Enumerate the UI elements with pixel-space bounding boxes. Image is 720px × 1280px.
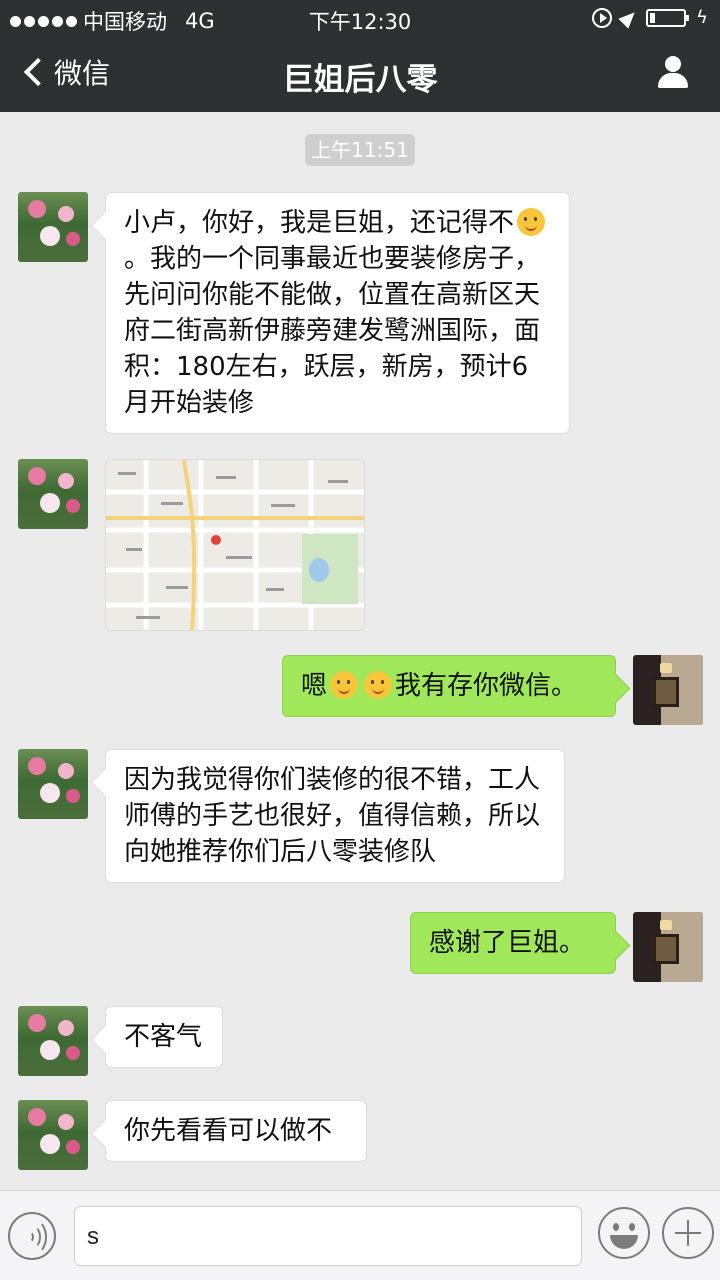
contact-avatar[interactable]: [18, 749, 88, 819]
battery-icon: [646, 8, 690, 27]
message-text: 因为我觉得你们装修的很不错，工人师傅的手艺也很好，值得信赖，所以向她推荐你们后八…: [124, 765, 541, 867]
message-text: 小卢，你好，我是巨姐，还记得不: [124, 208, 515, 238]
contact-avatar[interactable]: [18, 459, 88, 529]
charging-icon: ϟ: [696, 7, 708, 28]
timestamp-badge: 上午11:51: [305, 134, 415, 166]
contact-avatar[interactable]: [18, 1006, 88, 1076]
more-options-icon[interactable]: [662, 1207, 714, 1259]
message-bubble-incoming[interactable]: 你先看看可以做不: [105, 1100, 367, 1162]
message-bubble-outgoing[interactable]: 感谢了巨姐。: [410, 912, 616, 974]
smile-emoji-icon: [364, 671, 393, 699]
map-icon: [106, 460, 364, 630]
smile-emoji-icon: [330, 671, 359, 699]
screen-record-icon: [592, 7, 613, 28]
location-arrow-icon: [618, 6, 640, 29]
thinking-emoji-icon: [517, 208, 546, 236]
message-text: 不客气: [124, 1022, 203, 1052]
contact-avatar[interactable]: [18, 1100, 88, 1170]
map-image-message[interactable]: [105, 459, 365, 631]
message-text: 我有存你微信。: [395, 671, 578, 701]
voice-input-icon[interactable]: [8, 1212, 56, 1260]
message-text: 感谢了巨姐。: [429, 928, 586, 958]
my-avatar[interactable]: [633, 912, 703, 982]
message-bubble-incoming[interactable]: 小卢，你好，我是巨姐，还记得不。我的一个同事最近也要装修房子，先问问你能不能做，…: [105, 192, 570, 434]
contact-avatar[interactable]: [18, 192, 88, 262]
input-bar: s: [0, 1190, 720, 1280]
message-text: 你先看看可以做不: [124, 1116, 333, 1146]
message-bubble-outgoing[interactable]: 嗯 我有存你微信。: [282, 655, 616, 717]
nav-bar: 微信 巨姐后八零: [0, 36, 720, 112]
message-text: 。我的一个同事最近也要装修房子，先问问你能不能做，位置在高新区天府二街高新伊藤旁…: [124, 244, 541, 418]
message-input[interactable]: s: [74, 1206, 582, 1266]
message-bubble-incoming[interactable]: 不客气: [105, 1006, 223, 1068]
status-bar: 中国移动 4G 下午12:30 ϟ: [0, 0, 720, 36]
emoji-picker-icon[interactable]: [598, 1207, 650, 1259]
chat-title: 巨姐后八零: [282, 62, 438, 98]
message-text: 嗯: [301, 671, 328, 701]
profile-icon[interactable]: [656, 56, 690, 90]
message-bubble-incoming[interactable]: 因为我觉得你们装修的很不错，工人师傅的手艺也很好，值得信赖，所以向她推荐你们后八…: [105, 749, 565, 883]
my-avatar[interactable]: [633, 655, 703, 725]
